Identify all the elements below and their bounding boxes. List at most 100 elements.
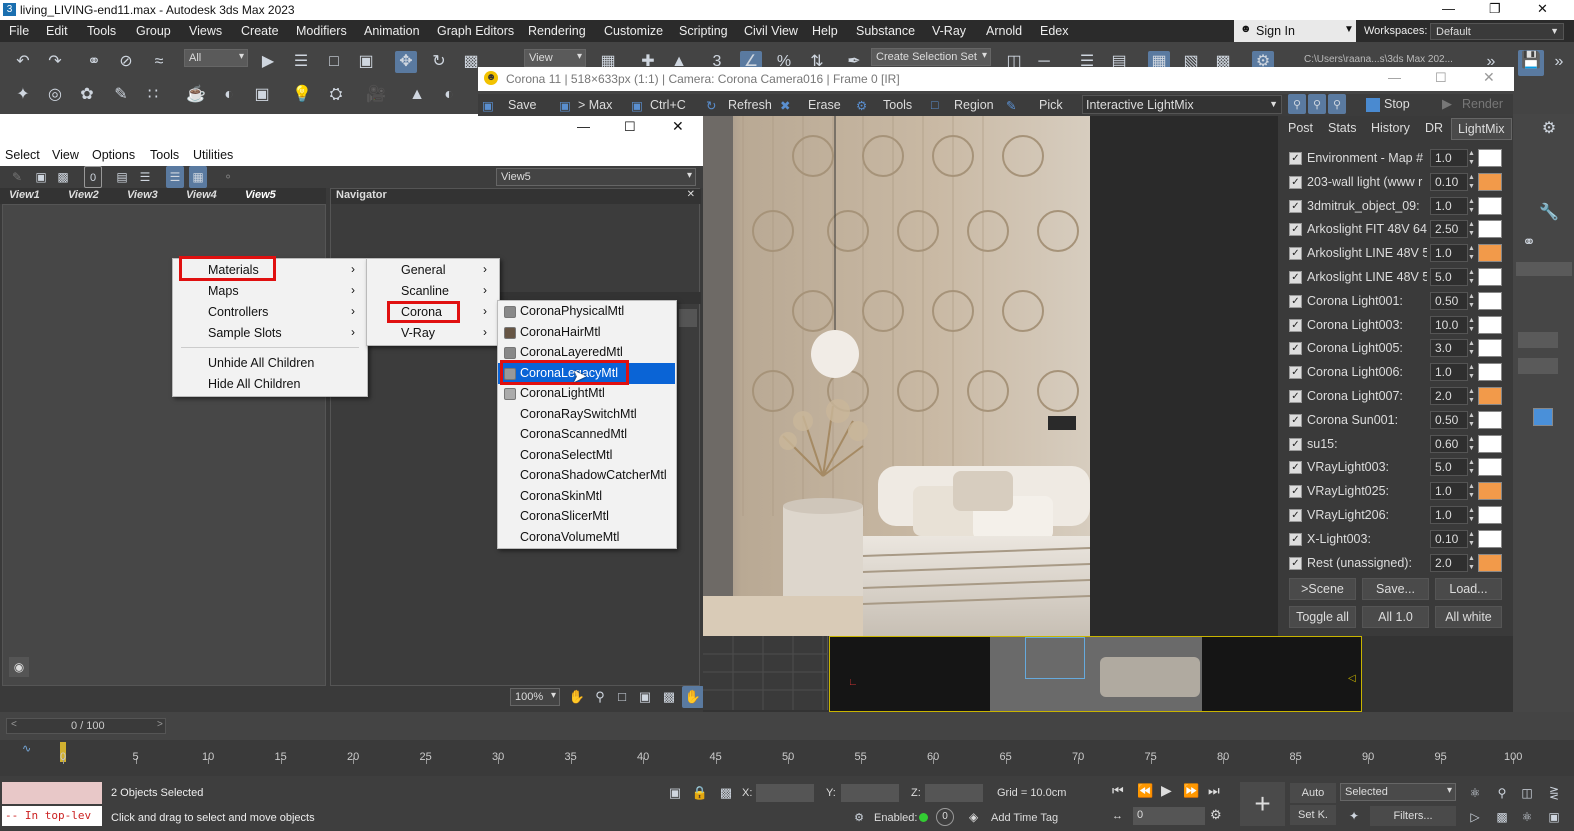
layout-children-icon[interactable]: ☰ (136, 166, 154, 188)
lightmix-color-swatch[interactable] (1478, 387, 1502, 405)
lightmix-intensity-field[interactable]: 0.10 (1430, 172, 1468, 191)
tab-dr[interactable]: DR (1425, 121, 1443, 135)
select-object-icon[interactable]: ▶ (257, 51, 279, 73)
menu-substance[interactable]: Substance (856, 24, 915, 38)
zoom-icon[interactable]: ⚲ (1491, 782, 1513, 804)
lightmix-intensity-field[interactable]: 0.50 (1430, 410, 1468, 429)
rect-select-region-icon[interactable]: □ (323, 51, 345, 73)
menu-modifiers[interactable]: Modifiers (296, 24, 347, 38)
selection-set-dropdown[interactable]: Create Selection Set (871, 48, 991, 66)
time-config-icon[interactable]: ⚙ (1210, 807, 1222, 823)
lightmix-enable-checkbox[interactable]: ✓ (1289, 413, 1302, 427)
lightmix-intensity-field[interactable]: 5.0 (1430, 268, 1468, 286)
menu-item-unhide-all-children[interactable]: Unhide All Children (173, 353, 367, 374)
slate-menu-select[interactable]: Select (5, 148, 40, 162)
tab-history[interactable]: History (1371, 121, 1410, 135)
select-by-material-icon[interactable]: ⚬ (219, 166, 237, 188)
chevron-right-icon[interactable]: » (1548, 51, 1570, 73)
menu-item-vray[interactable]: V-Ray › (367, 323, 499, 344)
lightmix-color-swatch[interactable] (1478, 315, 1502, 334)
lightmix-enable-checkbox[interactable]: ✓ (1289, 294, 1302, 308)
menu-item-scanline[interactable]: Scanline › (367, 281, 499, 302)
workspace-dropdown[interactable]: Default ▼ (1430, 23, 1564, 40)
tab-view4[interactable]: View4 (186, 189, 217, 201)
spinner-icon[interactable]: ▲ ▼ (1468, 458, 1476, 476)
pan-active-icon[interactable]: ✋ (682, 686, 704, 708)
lightmix-mode-dropdown[interactable]: Interactive LightMix ▼ (1082, 95, 1282, 114)
go-to-start-icon[interactable]: ⏮ (1112, 783, 1124, 799)
menu-help[interactable]: Help (812, 24, 838, 38)
spinner-icon[interactable]: ▲ ▼ (1468, 411, 1476, 429)
teapot-icon[interactable]: ☕ (185, 84, 207, 106)
lightmix-enable-checkbox[interactable]: ✓ (1289, 271, 1302, 284)
toggle-all-button[interactable]: Toggle all (1289, 606, 1356, 628)
z-coordinate-field[interactable] (925, 784, 983, 802)
chevron-right-icon[interactable]: > (157, 719, 163, 730)
lightmix-enable-checkbox[interactable]: ✓ (1289, 199, 1302, 213)
current-frame-field[interactable]: 0 (1133, 807, 1205, 825)
zoom-out-icon[interactable]: ⚲ (1308, 94, 1326, 114)
lightmix-intensity-field[interactable]: 1.0 (1430, 482, 1468, 501)
lightmix-intensity-field[interactable]: 2.0 (1430, 387, 1468, 405)
spinner-icon[interactable]: ▲ ▼ (1468, 149, 1476, 167)
lightmix-color-swatch[interactable] (1478, 553, 1502, 572)
viewport-grid[interactable] (703, 636, 828, 710)
menu-item-corona-skin[interactable]: CoronaSkinMtl (498, 486, 676, 507)
set-key-button[interactable]: Set K. (1290, 805, 1336, 825)
vfb-region-button[interactable]: Region (954, 98, 994, 112)
lightmix-color-swatch[interactable] (1478, 268, 1502, 286)
curve-icon[interactable]: ∿ (22, 742, 31, 755)
lightmix-color-swatch[interactable] (1478, 410, 1502, 429)
play-icon[interactable]: ▶ (1161, 782, 1172, 799)
spinner-icon[interactable]: ▲ ▼ (1468, 316, 1476, 334)
spinner-icon[interactable]: ▲ ▼ (1468, 435, 1476, 453)
tab-post[interactable]: Post (1288, 121, 1313, 135)
vfb-render-button[interactable]: Render (1462, 97, 1503, 111)
camera-viewport[interactable]: ∟ ◁ (829, 636, 1362, 712)
snap-vertex-icon[interactable]: ✦ (12, 84, 34, 106)
spinner-icon[interactable]: ▲ ▼ (1468, 173, 1476, 191)
lightmix-color-swatch[interactable] (1478, 363, 1502, 382)
spinner-icon[interactable]: ▲ ▼ (1468, 530, 1476, 548)
vfb-stop-button[interactable]: Stop (1384, 97, 1410, 111)
menu-graph-editors[interactable]: Graph Editors (437, 24, 514, 38)
lightmix-intensity-field[interactable]: 1.0 (1430, 506, 1468, 524)
slot-zero-icon[interactable]: 0 (84, 166, 102, 188)
tab-lightmix[interactable]: LightMix (1451, 118, 1512, 140)
lightmix-enable-checkbox[interactable]: ✓ (1289, 152, 1302, 165)
zoom-extents-icon[interactable]: ▣ (634, 686, 656, 708)
menu-item-general[interactable]: General › (367, 260, 499, 281)
auto-key-button[interactable]: Auto (1290, 783, 1336, 803)
x-coordinate-field[interactable] (756, 784, 814, 802)
vfb-to-max-button[interactable]: > Max (578, 98, 612, 112)
menu-edit[interactable]: Edit (46, 24, 68, 38)
lightmix-intensity-field[interactable]: 2.50 (1430, 220, 1468, 239)
close-icon[interactable]: ✕ (1483, 69, 1495, 86)
link-icon[interactable]: ⚭ (1518, 232, 1540, 254)
window-crossing-icon[interactable]: ▣ (355, 51, 377, 73)
menu-item-corona-hair[interactable]: CoronaHairMtl (498, 322, 676, 343)
show-navigator-icon[interactable]: ☰ (166, 166, 184, 188)
menu-item-corona-physical[interactable]: CoronaPhysicalMtl (498, 301, 676, 322)
spinner-icon[interactable]: ▲ ▼ (1468, 220, 1476, 238)
vfb-refresh-button[interactable]: Refresh (728, 98, 772, 112)
selection-filter-dropdown[interactable]: All (184, 49, 248, 67)
menu-views[interactable]: Views (189, 24, 222, 38)
menu-civil-view[interactable]: Civil View (744, 24, 798, 38)
vfb-pick-button[interactable]: Pick (1039, 98, 1063, 112)
lightmix-intensity-field[interactable]: 5.0 (1430, 458, 1468, 477)
lightmix-intensity-field[interactable]: 2.0 (1430, 553, 1468, 572)
lightmix-enable-checkbox[interactable]: ✓ (1289, 223, 1302, 237)
set-key-icon[interactable]: + (1240, 782, 1285, 826)
add-time-tag[interactable]: Add Time Tag (991, 812, 1058, 824)
slate-menu-view[interactable]: View (52, 148, 79, 162)
chevron-left-icon[interactable]: < (11, 719, 17, 730)
scene-button[interactable]: >Scene (1289, 578, 1356, 600)
unlink-icon[interactable]: ⊘ (115, 51, 137, 73)
snap-points-icon[interactable]: ∷ (142, 84, 164, 106)
filters-button[interactable]: Filters... (1370, 806, 1456, 826)
light-bulb-icon[interactable]: 💡 (291, 84, 313, 106)
lightmix-color-swatch[interactable] (1478, 172, 1502, 191)
slate-menu-tools[interactable]: Tools (150, 148, 179, 162)
close-icon[interactable]: ✕ (687, 189, 695, 200)
